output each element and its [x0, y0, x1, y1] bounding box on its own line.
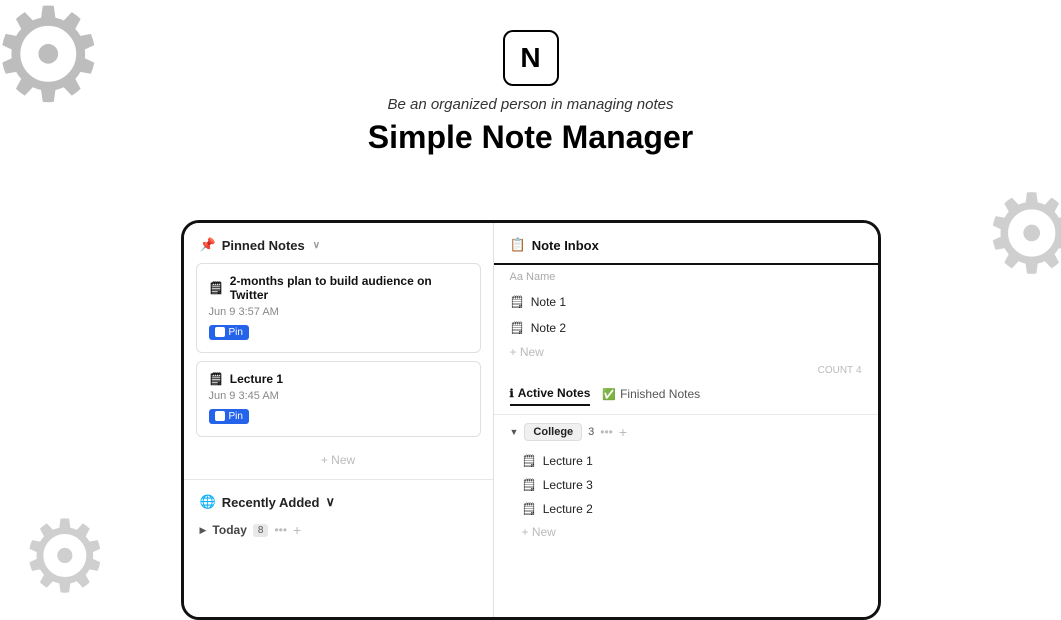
inbox-count-value: 4 — [856, 365, 862, 376]
note-icon-2: 🗒 — [209, 372, 224, 386]
note-card-1-title: 2-months plan to build audience on Twitt… — [230, 274, 468, 302]
pin-checkbox-1 — [215, 327, 225, 337]
college-note-1-label: Lecture 1 — [543, 454, 593, 468]
pinned-new-button[interactable]: + New — [184, 445, 493, 475]
tabs-row: ℹ Active Notes ✅ Finished Notes — [494, 378, 878, 415]
recently-added-chevron: ∨ — [325, 494, 335, 510]
pinned-notes-chevron: ∨ — [313, 240, 320, 251]
notion-logo: N — [503, 30, 559, 86]
note-inbox-title: Note Inbox — [532, 238, 599, 253]
college-note-icon-2: 🗒 — [522, 478, 537, 492]
pin-icon: 📌 — [200, 237, 216, 253]
college-new-button[interactable]: + New — [494, 521, 878, 543]
note-card-1-title-row: 🗒 2-months plan to build audience on Twi… — [209, 274, 468, 302]
college-note-row-2[interactable]: 🗒 Lecture 3 — [494, 473, 878, 497]
college-note-row-3[interactable]: 🗒 Lecture 2 — [494, 497, 878, 521]
today-add-button[interactable]: + — [293, 522, 301, 538]
pinned-notes-label: Pinned Notes — [222, 238, 305, 253]
finished-notes-tab-label: Finished Notes — [620, 387, 700, 401]
pin-label-1: Pin — [229, 327, 243, 338]
inbox-icon: 📋 — [510, 237, 526, 253]
gear-decoration-bottom-left: ⚙ — [20, 507, 110, 607]
note-inbox-header: 📋 Note Inbox — [494, 223, 878, 265]
pin-badge-2[interactable]: Pin — [209, 409, 249, 424]
college-note-icon-3: 🗒 — [522, 502, 537, 516]
today-more-options[interactable]: ••• — [274, 523, 287, 537]
pin-checkbox-2 — [215, 411, 225, 421]
tab-active-notes[interactable]: ℹ Active Notes — [510, 386, 591, 406]
note-card-2-title: Lecture 1 — [230, 372, 283, 386]
inbox-note-1-label: Note 1 — [531, 295, 566, 309]
inbox-note-icon-1: 🗒 — [510, 295, 525, 309]
recently-added-section-header[interactable]: 🌐 Recently Added ∨ — [184, 484, 493, 518]
pinned-note-card-2[interactable]: 🗒 Lecture 1 Jun 9 3:45 AM Pin — [196, 361, 481, 437]
college-note-3-label: Lecture 2 — [543, 502, 593, 516]
inbox-note-2-label: Note 2 — [531, 321, 566, 335]
recently-added-label: Recently Added — [222, 495, 320, 510]
inbox-new-button[interactable]: + New — [494, 341, 878, 363]
college-note-row-1[interactable]: 🗒 Lecture 1 — [494, 449, 878, 473]
note-card-1-timestamp: Jun 9 3:57 AM — [209, 306, 468, 318]
active-notes-icon: ℹ — [510, 387, 514, 400]
active-notes-tab-label: Active Notes — [518, 386, 591, 400]
pinned-note-card-1[interactable]: 🗒 2-months plan to build audience on Twi… — [196, 263, 481, 353]
inbox-name-placeholder: Aa Name — [510, 271, 556, 283]
today-row[interactable]: ▶ Today 8 ••• + — [184, 518, 493, 542]
college-note-icon-1: 🗒 — [522, 454, 537, 468]
today-triangle-icon: ▶ — [200, 525, 207, 536]
note-card-2-title-row: 🗒 Lecture 1 — [209, 372, 468, 386]
college-note-2-label: Lecture 3 — [543, 478, 593, 492]
college-group-add[interactable]: + — [619, 424, 627, 440]
inbox-note-row-1[interactable]: 🗒 Note 1 — [494, 289, 878, 315]
inbox-note-row-2[interactable]: 🗒 Note 2 — [494, 315, 878, 341]
finished-notes-icon: ✅ — [602, 388, 616, 401]
today-label: Today — [212, 523, 246, 537]
today-count-badge: 8 — [253, 524, 269, 537]
note-card-2-timestamp: Jun 9 3:45 AM — [209, 390, 468, 402]
page-title: Simple Note Manager — [0, 119, 1061, 156]
inbox-name-row: Aa Name — [494, 265, 878, 289]
divider-1 — [184, 479, 493, 480]
header-tagline: Be an organized person in managing notes — [0, 96, 1061, 113]
college-group-count: 3 — [588, 426, 594, 438]
right-panel: 📋 Note Inbox Aa Name 🗒 Note 1 🗒 Note 2 +… — [494, 223, 878, 617]
tab-finished-notes[interactable]: ✅ Finished Notes — [602, 387, 700, 405]
left-panel: 📌 Pinned Notes ∨ 🗒 2-months plan to buil… — [184, 223, 494, 617]
inbox-count-row: COUNT 4 — [494, 363, 878, 378]
pin-label-2: Pin — [229, 411, 243, 422]
page-header: N Be an organized person in managing not… — [0, 0, 1061, 156]
college-group-more-options[interactable]: ••• — [600, 425, 613, 439]
pinned-notes-section-header[interactable]: 📌 Pinned Notes ∨ — [184, 223, 493, 263]
pin-badge-1[interactable]: Pin — [209, 325, 249, 340]
inbox-note-icon-2: 🗒 — [510, 321, 525, 335]
note-icon-1: 🗒 — [209, 281, 224, 295]
inbox-count-label: COUNT — [818, 365, 854, 376]
device-frame: 📌 Pinned Notes ∨ 🗒 2-months plan to buil… — [181, 220, 881, 620]
college-group-badge: College — [524, 423, 582, 441]
recently-icon: 🌐 — [200, 494, 216, 510]
gear-decoration-right: ⚙ — [982, 180, 1061, 290]
college-group-triangle: ▼ — [510, 427, 519, 437]
college-group-row[interactable]: ▼ College 3 ••• + — [494, 415, 878, 449]
